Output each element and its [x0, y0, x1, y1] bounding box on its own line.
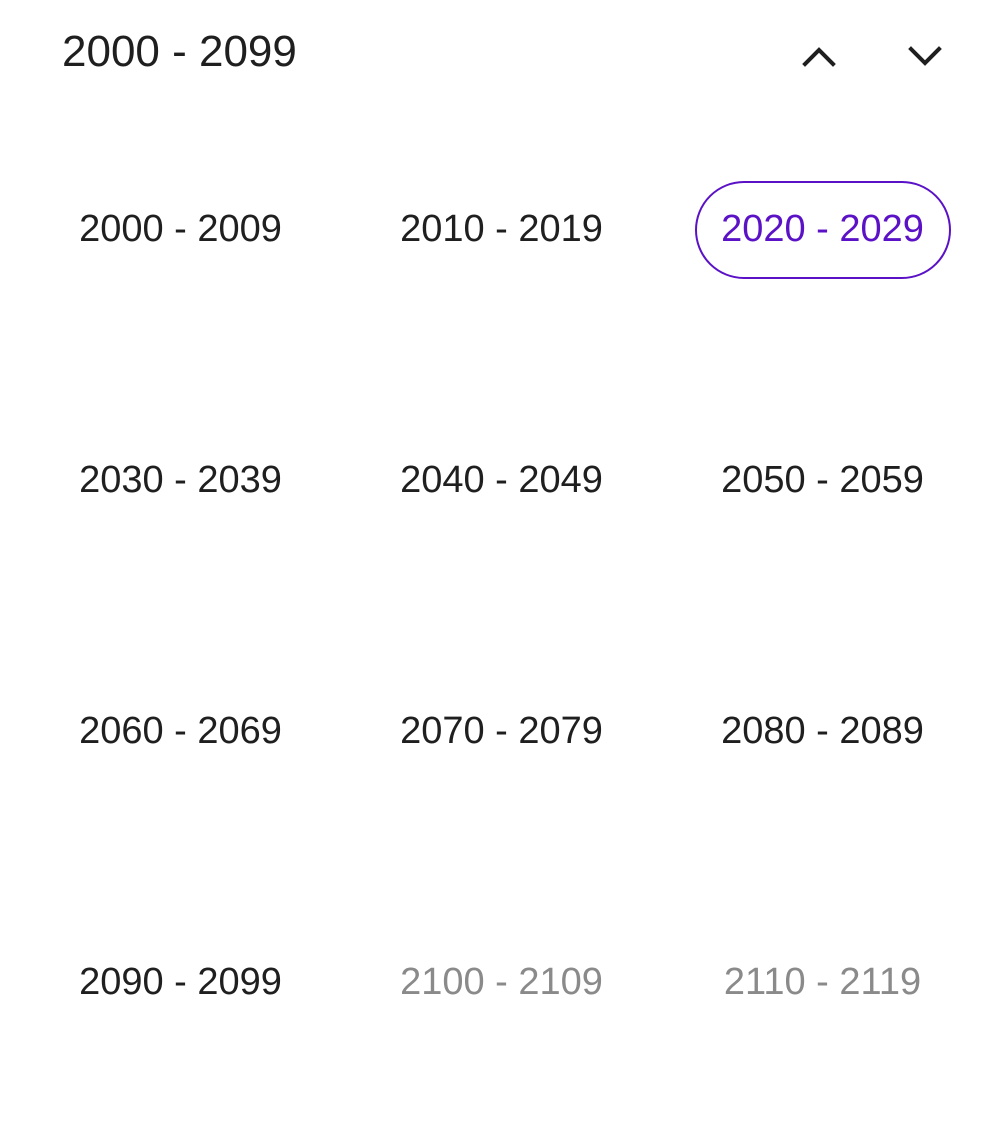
decade-option[interactable]: 2050 - 2059 [695, 432, 951, 530]
decade-cell: 2020 - 2029 [662, 104, 983, 355]
decade-option[interactable]: 2070 - 2079 [374, 683, 630, 781]
decade-cell: 2100 - 2109 [341, 857, 662, 1108]
decade-option-selected[interactable]: 2020 - 2029 [694, 180, 951, 279]
decade-cell: 2000 - 2009 [20, 104, 341, 355]
decade-option[interactable]: 2030 - 2039 [53, 432, 309, 530]
century-range-title[interactable]: 2000 - 2099 [62, 22, 297, 82]
decade-cell: 2080 - 2089 [662, 606, 983, 857]
decade-cell: 2010 - 2019 [341, 104, 662, 355]
previous-century-button[interactable] [789, 26, 849, 86]
chevron-down-icon [908, 46, 942, 66]
decade-cell: 2050 - 2059 [662, 355, 983, 606]
decade-grid: 2000 - 2009 2010 - 2019 2020 - 2029 2030… [20, 104, 983, 1108]
decade-option[interactable]: 2000 - 2009 [53, 181, 309, 279]
decade-option[interactable]: 2090 - 2099 [53, 934, 309, 1032]
decade-cell: 2070 - 2079 [341, 606, 662, 857]
decade-option[interactable]: 2010 - 2019 [374, 181, 630, 279]
decade-option[interactable]: 2080 - 2089 [695, 683, 951, 781]
decade-cell: 2030 - 2039 [20, 355, 341, 606]
chevron-up-icon [802, 47, 836, 67]
decade-picker-header: 2000 - 2099 [0, 0, 997, 104]
decade-cell: 2060 - 2069 [20, 606, 341, 857]
decade-cell: 2090 - 2099 [20, 857, 341, 1108]
decade-option[interactable]: 2060 - 2069 [53, 683, 309, 781]
next-century-button[interactable] [895, 26, 955, 86]
decade-option-disabled[interactable]: 2100 - 2109 [374, 934, 630, 1032]
decade-cell: 2110 - 2119 [662, 857, 983, 1108]
decade-cell: 2040 - 2049 [341, 355, 662, 606]
decade-option-disabled[interactable]: 2110 - 2119 [695, 934, 951, 1032]
decade-option[interactable]: 2040 - 2049 [374, 432, 630, 530]
